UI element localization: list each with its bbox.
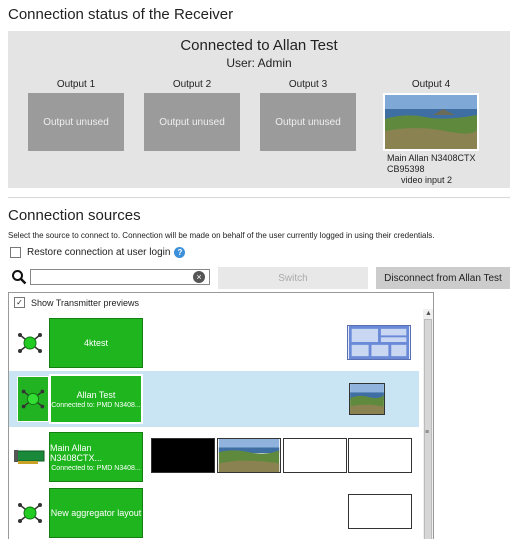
source-tile[interactable]: 4ktest	[49, 318, 143, 368]
source-row-allan-test[interactable]: Allan Test Connected to: PMD N3408...	[9, 371, 419, 427]
show-previews-label: Show Transmitter previews	[31, 297, 140, 308]
output-label: Output 1	[56, 79, 96, 90]
output-label: Output 3	[288, 79, 328, 90]
output-label: Output 2	[172, 79, 212, 90]
source-tile[interactable]: New aggregator layout	[49, 488, 143, 538]
layout-preview	[348, 494, 412, 529]
search-input[interactable]	[30, 269, 210, 285]
source-row-main-allan[interactable]: Main Allan N3408CTX... Connected to: PMD…	[9, 429, 419, 485]
connection-sources-heading: Connection sources	[8, 207, 141, 224]
output-3: Output 3 Output unused	[258, 79, 358, 151]
connection-status-panel: Connected to Allan Test User: Admin Outp…	[8, 31, 510, 188]
output-4-input: video input 2	[401, 175, 453, 185]
restore-connection-checkbox[interactable]	[10, 247, 21, 258]
switch-button[interactable]: Switch	[218, 267, 368, 289]
source-connection-status: Connected to: PMD N3408...	[51, 464, 141, 472]
section-divider	[8, 197, 510, 198]
connected-to-label: Connected to Allan Test	[180, 37, 338, 54]
coastline-preview-image	[217, 438, 281, 473]
source-connection-status: Connected to: PMD N3408...	[51, 401, 141, 409]
aggregator-icon	[18, 333, 42, 353]
output-4-source: Main Allan N3408CTX	[387, 153, 476, 163]
sources-scrollbar[interactable]: ▲ ≡	[423, 309, 433, 539]
source-row-new-aggregator[interactable]: New aggregator layout	[9, 485, 419, 539]
output-unused-box[interactable]: Output unused	[144, 93, 240, 151]
output-1: Output 1 Output unused	[26, 79, 126, 151]
receiver-status-heading: Connection status of the Receiver	[8, 6, 234, 23]
search-icon	[12, 270, 27, 285]
aggregator-icon	[17, 376, 49, 422]
source-name: 4ktest	[83, 338, 108, 348]
scroll-grip-icon: ≡	[425, 429, 430, 436]
output-label: Output 4	[411, 79, 451, 90]
output-4-id: CB95398	[387, 164, 425, 174]
output-4-info: Main Allan N3408CTX CB95398 video input …	[387, 153, 481, 186]
video-input-preview	[283, 438, 347, 473]
aggregator-icon	[18, 503, 42, 523]
output-4: Output 4 Main Allan N3408CTX CB95398 vid…	[381, 79, 481, 186]
coastline-preview-image	[385, 95, 477, 149]
output-unused-box[interactable]: Output unused	[28, 93, 124, 151]
output-state: Output unused	[275, 116, 341, 128]
source-name: New aggregator layout	[50, 508, 142, 518]
restore-connection-label: Restore connection at user login	[27, 247, 171, 258]
help-icon[interactable]: ?	[174, 247, 186, 258]
output-state: Output unused	[159, 116, 225, 128]
connection-sources-hint: Select the source to connect to. Connect…	[8, 231, 435, 240]
disconnect-button[interactable]: Disconnect from Allan Test	[376, 267, 510, 289]
output-unused-box[interactable]: Output unused	[260, 93, 356, 151]
source-name: Main Allan N3408CTX...	[50, 442, 103, 463]
clear-search-icon[interactable]: ×	[193, 271, 205, 283]
show-previews-checkbox[interactable]: ✓	[14, 297, 25, 308]
video-input-preview	[151, 438, 215, 473]
layout-preview	[347, 325, 411, 360]
restore-connection-option[interactable]: Restore connection at user login ?	[10, 247, 186, 258]
output-4-preview-thumbnail[interactable]	[383, 93, 479, 151]
source-tile[interactable]: Allan Test Connected to: PMD N3408...	[49, 374, 143, 424]
source-row-4ktest[interactable]: 4ktest	[9, 315, 419, 371]
source-name: Allan Test	[76, 389, 116, 400]
output-state: Output unused	[43, 116, 109, 128]
transmitter-card-icon	[14, 450, 45, 464]
video-input-preview	[348, 438, 412, 473]
scroll-up-arrow-icon[interactable]: ▲	[425, 310, 432, 317]
source-tile[interactable]: Main Allan N3408CTX... Connected to: PMD…	[49, 432, 143, 482]
output-2: Output 2 Output unused	[142, 79, 242, 151]
sources-list: ✓ Show Transmitter previews 4ktest Allan…	[8, 292, 434, 539]
user-label: User: Admin	[226, 56, 292, 70]
show-previews-option[interactable]: ✓ Show Transmitter previews	[14, 297, 139, 308]
coastline-preview-image	[349, 383, 385, 415]
